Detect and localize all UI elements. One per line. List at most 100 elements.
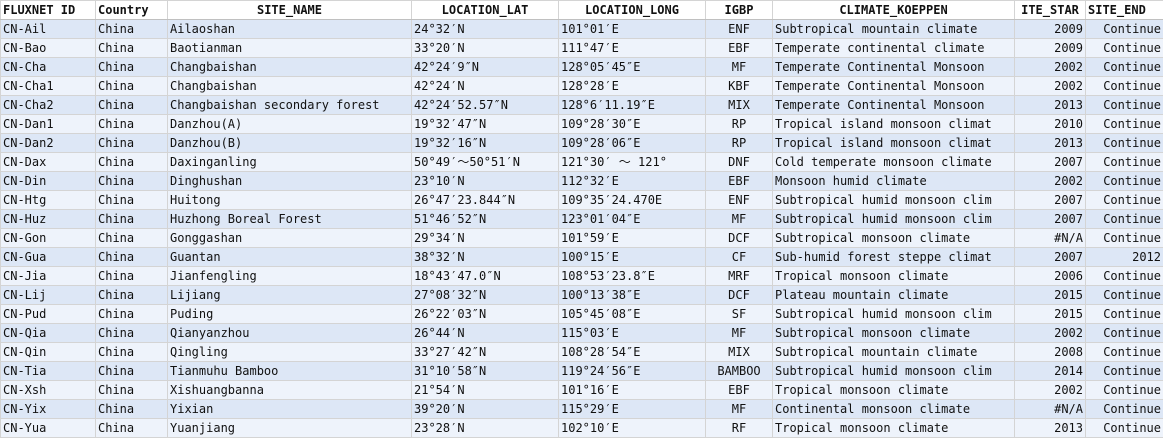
cell-site-end[interactable]: Continue <box>1086 286 1163 305</box>
header-location-lat[interactable]: LOCATION_LAT <box>412 1 559 20</box>
table-row[interactable]: CN-Cha2ChinaChangbaishan secondary fores… <box>1 96 1163 115</box>
cell-site-end[interactable]: 2012 <box>1086 248 1163 267</box>
cell-site-start[interactable]: 2002 <box>1015 381 1086 400</box>
cell-site-name[interactable]: Xishuangbanna <box>168 381 412 400</box>
cell-igbp[interactable]: RP <box>706 134 773 153</box>
table-row[interactable]: CN-DaxChinaDaxinganling50°49′～50°51′N121… <box>1 153 1163 172</box>
cell-igbp[interactable]: CF <box>706 248 773 267</box>
cell-fluxnet-id[interactable]: CN-Din <box>1 172 96 191</box>
cell-site-end[interactable]: Continue <box>1086 381 1163 400</box>
cell-long[interactable]: 100°13′38″E <box>559 286 706 305</box>
cell-long[interactable]: 101°16′E <box>559 381 706 400</box>
cell-igbp[interactable]: RP <box>706 115 773 134</box>
cell-lat[interactable]: 26°47′23.844″N <box>412 191 559 210</box>
cell-site-start[interactable]: 2002 <box>1015 77 1086 96</box>
cell-site-start[interactable]: 2007 <box>1015 153 1086 172</box>
cell-country[interactable]: China <box>96 115 168 134</box>
table-row[interactable]: CN-HuzChinaHuzhong Boreal Forest51°46′52… <box>1 210 1163 229</box>
cell-fluxnet-id[interactable]: CN-Tia <box>1 362 96 381</box>
cell-fluxnet-id[interactable]: CN-Xsh <box>1 381 96 400</box>
cell-climate[interactable]: Tropical island monsoon climat <box>773 134 1015 153</box>
cell-country[interactable]: China <box>96 362 168 381</box>
cell-site-start[interactable]: 2008 <box>1015 343 1086 362</box>
table-row[interactable]: CN-JiaChinaJianfengling18°43′47.0″N108°5… <box>1 267 1163 286</box>
cell-climate[interactable]: Temperate Continental Monsoon <box>773 96 1015 115</box>
cell-lat[interactable]: 42°24′52.57″N <box>412 96 559 115</box>
cell-lat[interactable]: 42°24′9″N <box>412 58 559 77</box>
table-row[interactable]: CN-Cha1ChinaChangbaishan42°24′N128°28′EK… <box>1 77 1163 96</box>
cell-climate[interactable]: Tropical island monsoon climat <box>773 115 1015 134</box>
cell-country[interactable]: China <box>96 134 168 153</box>
cell-igbp[interactable]: MIX <box>706 96 773 115</box>
cell-site-start[interactable]: 2014 <box>1015 362 1086 381</box>
cell-country[interactable]: China <box>96 419 168 438</box>
cell-igbp[interactable]: KBF <box>706 77 773 96</box>
cell-lat[interactable]: 38°32′N <box>412 248 559 267</box>
cell-fluxnet-id[interactable]: CN-Qia <box>1 324 96 343</box>
cell-site-name[interactable]: Changbaishan <box>168 77 412 96</box>
cell-site-end[interactable]: Continue <box>1086 20 1163 39</box>
cell-lat[interactable]: 23°10′N <box>412 172 559 191</box>
cell-site-start[interactable]: 2013 <box>1015 419 1086 438</box>
cell-country[interactable]: China <box>96 305 168 324</box>
table-row[interactable]: CN-TiaChinaTianmuhu Bamboo31°10′58″N119°… <box>1 362 1163 381</box>
cell-fluxnet-id[interactable]: CN-Cha1 <box>1 77 96 96</box>
cell-igbp[interactable]: MF <box>706 324 773 343</box>
cell-site-end[interactable]: Continue <box>1086 362 1163 381</box>
table-row[interactable]: CN-AilChinaAilaoshan24°32′N101°01′EENFSu… <box>1 20 1163 39</box>
cell-lat[interactable]: 31°10′58″N <box>412 362 559 381</box>
cell-igbp[interactable]: EBF <box>706 39 773 58</box>
cell-igbp[interactable]: MF <box>706 210 773 229</box>
cell-site-start[interactable]: 2009 <box>1015 20 1086 39</box>
cell-site-start[interactable]: 2013 <box>1015 96 1086 115</box>
cell-country[interactable]: China <box>96 153 168 172</box>
cell-site-end[interactable]: Continue <box>1086 115 1163 134</box>
cell-site-start[interactable]: #N/A <box>1015 229 1086 248</box>
cell-site-start[interactable]: 2002 <box>1015 172 1086 191</box>
cell-fluxnet-id[interactable]: CN-Dan1 <box>1 115 96 134</box>
cell-climate[interactable]: Plateau mountain climate <box>773 286 1015 305</box>
cell-site-end[interactable]: Continue <box>1086 210 1163 229</box>
cell-long[interactable]: 105°45′08″E <box>559 305 706 324</box>
cell-long[interactable]: 115°03′E <box>559 324 706 343</box>
cell-site-start[interactable]: 2010 <box>1015 115 1086 134</box>
table-row[interactable]: CN-QinChinaQingling33°27′42″N108°28′54″E… <box>1 343 1163 362</box>
header-fluxnet-id[interactable]: FLUXNET ID <box>1 1 96 20</box>
table-row[interactable]: CN-QiaChinaQianyanzhou26°44′N115°03′EMFS… <box>1 324 1163 343</box>
cell-climate[interactable]: Temperate Continental Monsoon <box>773 77 1015 96</box>
cell-site-name[interactable]: Qingling <box>168 343 412 362</box>
cell-lat[interactable]: 19°32′16″N <box>412 134 559 153</box>
cell-country[interactable]: China <box>96 324 168 343</box>
cell-climate[interactable]: Cold temperate monsoon climate <box>773 153 1015 172</box>
table-row[interactable]: CN-DinChinaDinghushan23°10′N112°32′EEBFM… <box>1 172 1163 191</box>
cell-lat[interactable]: 33°27′42″N <box>412 343 559 362</box>
cell-site-name[interactable]: Lijiang <box>168 286 412 305</box>
cell-climate[interactable]: Monsoon humid climate <box>773 172 1015 191</box>
cell-fluxnet-id[interactable]: CN-Yua <box>1 419 96 438</box>
cell-site-end[interactable]: Continue <box>1086 191 1163 210</box>
cell-long[interactable]: 119°24′56″E <box>559 362 706 381</box>
cell-country[interactable]: China <box>96 96 168 115</box>
cell-country[interactable]: China <box>96 172 168 191</box>
cell-lat[interactable]: 42°24′N <box>412 77 559 96</box>
cell-long[interactable]: 123°01′04″E <box>559 210 706 229</box>
cell-site-name[interactable]: Jianfengling <box>168 267 412 286</box>
cell-site-name[interactable]: Danzhou(B) <box>168 134 412 153</box>
cell-long[interactable]: 101°01′E <box>559 20 706 39</box>
cell-country[interactable]: China <box>96 286 168 305</box>
cell-igbp[interactable]: DCF <box>706 286 773 305</box>
cell-lat[interactable]: 29°34′N <box>412 229 559 248</box>
cell-igbp[interactable]: BAMBOO <box>706 362 773 381</box>
cell-long[interactable]: 121°30′ ～ 121° <box>559 153 706 172</box>
cell-igbp[interactable]: MIX <box>706 343 773 362</box>
cell-country[interactable]: China <box>96 58 168 77</box>
cell-lat[interactable]: 51°46′52″N <box>412 210 559 229</box>
cell-fluxnet-id[interactable]: CN-Gon <box>1 229 96 248</box>
cell-long[interactable]: 111°47′E <box>559 39 706 58</box>
cell-climate[interactable]: Tropical monsoon climate <box>773 381 1015 400</box>
cell-fluxnet-id[interactable]: CN-Huz <box>1 210 96 229</box>
cell-site-start[interactable]: 2007 <box>1015 248 1086 267</box>
header-igbp[interactable]: IGBP <box>706 1 773 20</box>
cell-lat[interactable]: 26°22′03″N <box>412 305 559 324</box>
table-row[interactable]: CN-BaoChinaBaotianman33°20′N111°47′EEBFT… <box>1 39 1163 58</box>
